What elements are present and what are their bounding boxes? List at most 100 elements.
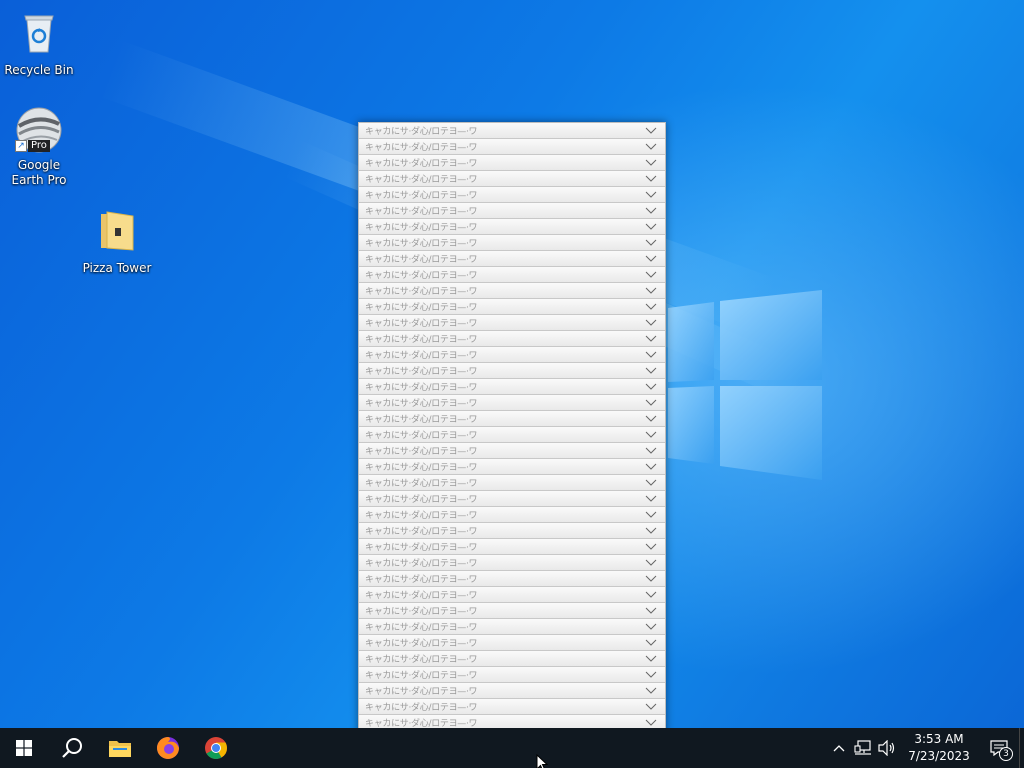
- dropdown-row[interactable]: キャカにサ·ダ心/ロテヨ—·ワ: [359, 635, 665, 651]
- chevron-down-icon: [645, 687, 657, 694]
- dropdown-row[interactable]: キャカにサ·ダ心/ロテヨ—·ワ: [359, 683, 665, 699]
- dropdown-row-text: キャカにサ·ダ心/ロテヨ—·ワ: [365, 463, 478, 473]
- dropdown-row[interactable]: キャカにサ·ダ心/ロテヨ—·ワ: [359, 619, 665, 635]
- dropdown-row[interactable]: キャカにサ·ダ心/ロテヨ—·ワ: [359, 283, 665, 299]
- dropdown-row-text: キャカにサ·ダ心/ロテヨ—·ワ: [365, 639, 478, 649]
- dropdown-row[interactable]: キャカにサ·ダ心/ロテヨ—·ワ: [359, 203, 665, 219]
- dropdown-row[interactable]: キャカにサ·ダ心/ロテヨ—·ワ: [359, 459, 665, 475]
- chrome-icon: [205, 737, 227, 759]
- dropdown-row-text: キャカにサ·ダ心/ロテヨ—·ワ: [365, 319, 478, 329]
- clock-date: 7/23/2023: [908, 749, 970, 763]
- taskbar-firefox[interactable]: [144, 728, 192, 768]
- dropdown-row[interactable]: キャカにサ·ダ心/ロテヨ—·ワ: [359, 555, 665, 571]
- chevron-down-icon: [645, 367, 657, 374]
- dropdown-row[interactable]: キャカにサ·ダ心/ロテヨ—·ワ: [359, 651, 665, 667]
- dropdown-row[interactable]: キャカにサ·ダ心/ロテヨ—·ワ: [359, 363, 665, 379]
- search-button[interactable]: [48, 728, 96, 768]
- chevron-down-icon: [645, 671, 657, 678]
- dropdown-row-text: キャカにサ·ダ心/ロテヨ—·ワ: [365, 127, 478, 137]
- chevron-down-icon: [645, 495, 657, 502]
- chevron-down-icon: [645, 159, 657, 166]
- system-tray: 3:53 AM 7/23/2023 3: [827, 728, 1024, 768]
- dropdown-row-text: キャカにサ·ダ心/ロテヨ—·ワ: [365, 575, 478, 585]
- tray-volume[interactable]: [875, 728, 899, 768]
- chevron-down-icon: [645, 591, 657, 598]
- dropdown-row[interactable]: キャカにサ·ダ心/ロテヨ—·ワ: [359, 235, 665, 251]
- dropdown-row[interactable]: キャカにサ·ダ心/ロテヨ—·ワ: [359, 475, 665, 491]
- chevron-down-icon: [645, 607, 657, 614]
- dropdown-row-text: キャカにサ·ダ心/ロテヨ—·ワ: [365, 511, 478, 521]
- file-explorer-icon: [109, 741, 131, 757]
- dropdown-row-text: キャカにサ·ダ心/ロテヨ—·ワ: [365, 159, 478, 169]
- taskbar: 3:53 AM 7/23/2023 3: [0, 728, 1024, 768]
- dropdown-row-text: キャカにサ·ダ心/ロテヨ—·ワ: [365, 623, 478, 633]
- dropdown-row-text: キャカにサ·ダ心/ロテヨ—·ワ: [365, 207, 478, 217]
- chevron-down-icon: [645, 463, 657, 470]
- dropdown-row[interactable]: キャカにサ·ダ心/ロテヨ—·ワ: [359, 379, 665, 395]
- desktop-icon-label: Google Earth Pro: [11, 158, 67, 187]
- taskbar-file-explorer[interactable]: [96, 728, 144, 768]
- dropdown-row[interactable]: キャカにサ·ダ心/ロテヨ—·ワ: [359, 539, 665, 555]
- dropdown-row[interactable]: キャカにサ·ダ心/ロテヨ—·ワ: [359, 491, 665, 507]
- dropdown-row[interactable]: キャカにサ·ダ心/ロテヨ—·ワ: [359, 507, 665, 523]
- desktop-icon-pizza-tower[interactable]: Pizza Tower: [78, 206, 156, 276]
- dropdown-row-text: キャカにサ·ダ心/ロテヨ—·ワ: [365, 703, 478, 713]
- dropdown-row-text: キャカにサ·ダ心/ロテヨ—·ワ: [365, 607, 478, 617]
- dropdown-row[interactable]: キャカにサ·ダ心/ロテヨ—·ワ: [359, 267, 665, 283]
- chevron-down-icon: [645, 335, 657, 342]
- shortcut-arrow-icon: ↗: [15, 140, 27, 152]
- dropdown-row[interactable]: キャカにサ·ダ心/ロテヨ—·ワ: [359, 187, 665, 203]
- dropdown-row-text: キャカにサ·ダ心/ロテヨ—·ワ: [365, 303, 478, 313]
- dropdown-row[interactable]: キャカにサ·ダ心/ロテヨ—·ワ: [359, 411, 665, 427]
- dropdown-row[interactable]: キャカにサ·ダ心/ロテヨ—·ワ: [359, 395, 665, 411]
- desktop-icon-google-earth-pro[interactable]: ↗ Pro Google Earth Pro: [0, 106, 78, 188]
- stacked-dropdown-list[interactable]: キャカにサ·ダ心/ロテヨ—·ワ キャカにサ·ダ心/ロテヨ—·ワ キャカにサ·ダ心/ロ…: [358, 122, 666, 728]
- dropdown-row[interactable]: キャカにサ·ダ心/ロテヨ—·ワ: [359, 299, 665, 315]
- dropdown-row-text: キャカにサ·ダ心/ロテヨ—·ワ: [365, 351, 478, 361]
- taskbar-chrome[interactable]: [192, 728, 240, 768]
- desktop-icon-label: Recycle Bin: [4, 63, 74, 77]
- show-desktop-button[interactable]: [1019, 728, 1024, 768]
- windows-logo-wallpaper: [668, 290, 822, 480]
- dropdown-row[interactable]: キャカにサ·ダ心/ロテヨ—·ワ: [359, 251, 665, 267]
- mouse-cursor-icon: [536, 754, 548, 768]
- dropdown-row[interactable]: キャカにサ·ダ心/ロテヨ—·ワ: [359, 331, 665, 347]
- tray-network[interactable]: [851, 728, 875, 768]
- chevron-down-icon: [645, 127, 657, 134]
- search-icon: [62, 738, 82, 758]
- desktop-icon-recycle-bin[interactable]: Recycle Bin: [0, 8, 78, 78]
- dropdown-row[interactable]: キャカにサ·ダ心/ロテヨ—·ワ: [359, 315, 665, 331]
- dropdown-row-text: キャカにサ·ダ心/ロテヨ—·ワ: [365, 399, 478, 409]
- chevron-down-icon: [645, 415, 657, 422]
- dropdown-row[interactable]: キャカにサ·ダ心/ロテヨ—·ワ: [359, 571, 665, 587]
- chevron-down-icon: [645, 223, 657, 230]
- dropdown-row-text: キャカにサ·ダ心/ロテヨ—·ワ: [365, 383, 478, 393]
- desktop[interactable]: Recycle Bin ↗ Pro Google Earth Pro Pizza…: [0, 0, 1024, 728]
- chevron-down-icon: [645, 175, 657, 182]
- start-button[interactable]: [0, 728, 48, 768]
- dropdown-row[interactable]: キャカにサ·ダ心/ロテヨ—·ワ: [359, 171, 665, 187]
- dropdown-row[interactable]: キャカにサ·ダ心/ロテヨ—·ワ: [359, 603, 665, 619]
- dropdown-row[interactable]: キャカにサ·ダ心/ロテヨ—·ワ: [359, 347, 665, 363]
- dropdown-row[interactable]: キャカにサ·ダ心/ロテヨ—·ワ: [359, 523, 665, 539]
- chevron-down-icon: [645, 255, 657, 262]
- dropdown-row[interactable]: キャカにサ·ダ心/ロテヨ—·ワ: [359, 155, 665, 171]
- dropdown-row[interactable]: キャカにサ·ダ心/ロテヨ—·ワ: [359, 715, 665, 728]
- chevron-down-icon: [645, 559, 657, 566]
- taskbar-clock[interactable]: 3:53 AM 7/23/2023: [907, 731, 971, 765]
- dropdown-row[interactable]: キャカにサ·ダ心/ロテヨ—·ワ: [359, 219, 665, 235]
- dropdown-row[interactable]: キャカにサ·ダ心/ロテヨ—·ワ: [359, 587, 665, 603]
- chevron-down-icon: [645, 719, 657, 726]
- chevron-down-icon: [645, 431, 657, 438]
- dropdown-row[interactable]: キャカにサ·ダ心/ロテヨ—·ワ: [359, 667, 665, 683]
- dropdown-row-text: キャカにサ·ダ心/ロテヨ—·ワ: [365, 367, 478, 377]
- dropdown-row[interactable]: キャカにサ·ダ心/ロテヨ—·ワ: [359, 123, 665, 139]
- dropdown-row[interactable]: キャカにサ·ダ心/ロテヨ—·ワ: [359, 699, 665, 715]
- chevron-down-icon: [645, 655, 657, 662]
- dropdown-row[interactable]: キャカにサ·ダ心/ロテヨ—·ワ: [359, 443, 665, 459]
- dropdown-row[interactable]: キャカにサ·ダ心/ロテヨ—·ワ: [359, 427, 665, 443]
- action-center-button[interactable]: 3: [979, 728, 1019, 768]
- tray-overflow-button[interactable]: [827, 728, 851, 768]
- dropdown-row[interactable]: キャカにサ·ダ心/ロテヨ—·ワ: [359, 139, 665, 155]
- chevron-down-icon: [645, 319, 657, 326]
